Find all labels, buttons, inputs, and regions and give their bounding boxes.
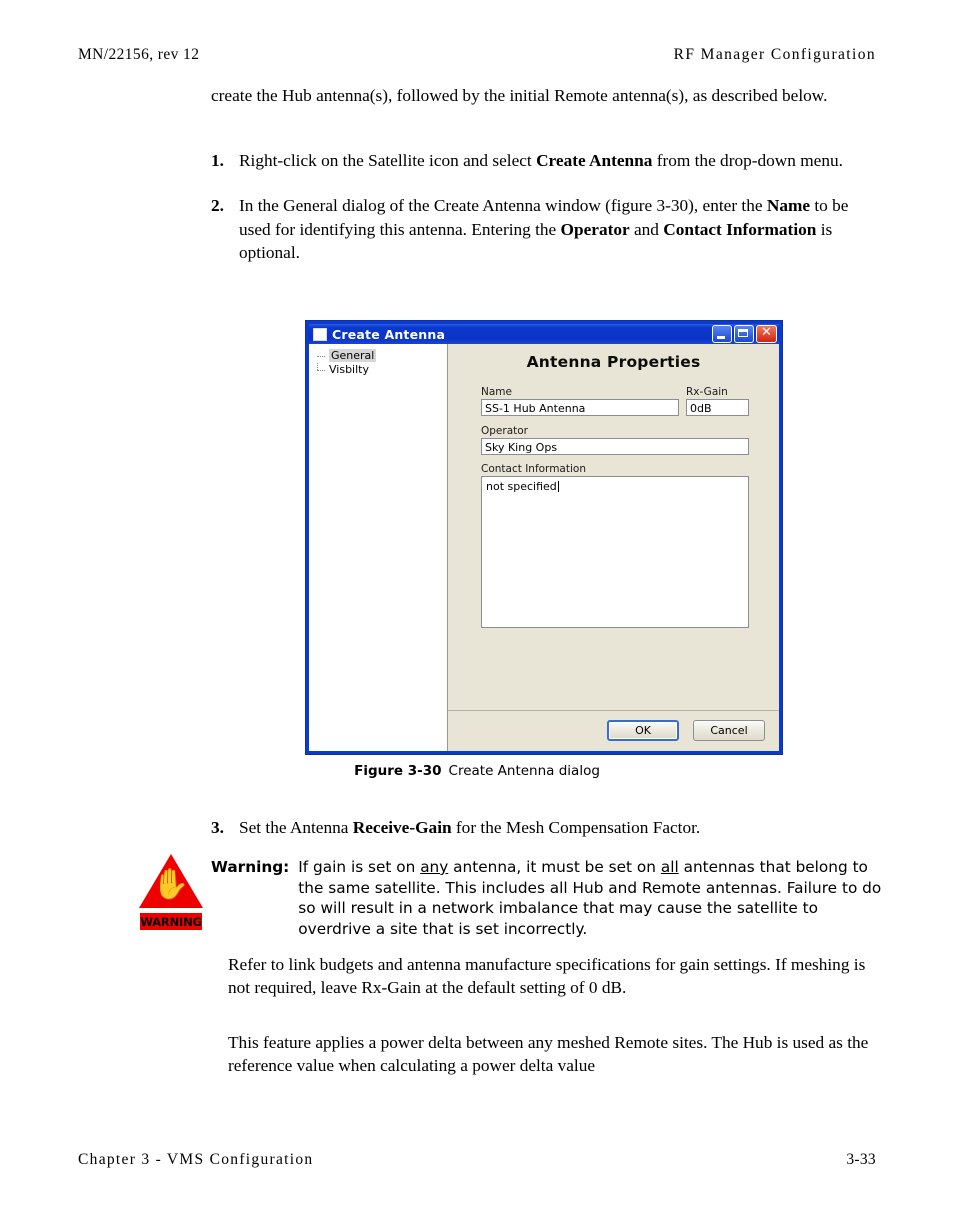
close-glyph: ✕ <box>761 325 772 340</box>
text-caret <box>557 481 559 492</box>
step-emphasis: Receive-Gain <box>352 818 452 837</box>
name-field-group: Name SS-1 Hub Antenna <box>481 386 679 416</box>
footer-page-number: 3-33 <box>846 1151 876 1168</box>
step-number: 2. <box>211 196 224 216</box>
operator-label: Operator <box>481 425 528 437</box>
list-item: 1. Right-click on the Satellite icon and… <box>211 149 876 172</box>
step-emphasis: Contact Information <box>663 219 817 239</box>
warning-emphasis-any: any <box>420 858 449 876</box>
tree-connector-icon <box>317 370 325 371</box>
dialog-button-bar: OK Cancel <box>448 710 779 751</box>
ok-button[interactable]: OK <box>607 720 679 741</box>
rxgain-field-group: Rx-Gain 0dB <box>686 386 749 416</box>
close-icon[interactable]: ✕ <box>756 325 777 343</box>
create-antenna-dialog: Create Antenna ✕ General Visbilty Antenn… <box>306 321 782 754</box>
name-label: Name <box>481 386 512 398</box>
tree-item-label: General <box>329 349 377 362</box>
tree-connector-icon <box>317 356 325 357</box>
running-header: MN/22156, rev 12 RF Manager Configuratio… <box>78 46 876 64</box>
header-chapter-title: RF Manager Configuration <box>673 46 876 63</box>
window-icon <box>313 327 327 341</box>
warning-note: Warning: If gain is set on any antenna, … <box>211 857 883 940</box>
rxgain-label: Rx-Gain <box>686 386 728 398</box>
numbered-step-list: 1. Right-click on the Satellite icon and… <box>211 149 876 286</box>
step-emphasis: Create Antenna <box>536 151 653 170</box>
warning-emphasis-all: all <box>660 858 679 876</box>
step-text-part: for the Mesh Compensation Factor. <box>451 818 701 837</box>
panel-heading: Antenna Properties <box>526 353 701 371</box>
body-paragraph-refer: Refer to link budgets and antenna manufa… <box>228 955 866 998</box>
document-page: MN/22156, rev 12 RF Manager Configuratio… <box>0 0 954 1227</box>
operator-input[interactable]: Sky King Ops <box>481 438 749 455</box>
step-text-part: from the drop-down menu. <box>652 151 843 170</box>
contact-information-label: Contact Information <box>481 463 586 475</box>
antenna-properties-form: Name SS-1 Hub Antenna Rx-Gain 0dB Operat… <box>448 371 779 628</box>
rxgain-input[interactable]: 0dB <box>686 399 749 416</box>
intro-paragraph: create the Hub antenna(s), followed by t… <box>211 86 828 105</box>
figure-image: Create Antenna ✕ General Visbilty Antenn… <box>306 321 782 754</box>
navigation-tree: General Visbilty <box>309 344 448 751</box>
stop-hand-icon: ✋ <box>152 868 190 901</box>
tree-item-general[interactable]: General <box>313 349 447 363</box>
tree-item-label: Visbilty <box>329 363 369 376</box>
warning-band-label: WARNING <box>140 913 202 930</box>
figure-caption-text: Create Antenna dialog <box>448 763 600 779</box>
step-text-part: Right-click on the Satellite icon and se… <box>239 151 537 170</box>
step-number: 1. <box>211 151 224 170</box>
minimize-icon[interactable] <box>712 325 732 343</box>
warning-text: If gain is set on any antenna, it must b… <box>298 857 883 940</box>
warning-text-part: antenna, it must be set on <box>448 858 661 876</box>
tree-item-visibility[interactable]: Visbilty <box>313 363 447 377</box>
name-input[interactable]: SS-1 Hub Antenna <box>481 399 679 416</box>
step-number: 3. <box>211 818 224 837</box>
body-paragraph-feature: This feature applies a power delta betwe… <box>228 1033 869 1076</box>
step-text-part: Set the Antenna <box>239 818 353 837</box>
figure-caption: Figure 3-30 Create Antenna dialog <box>0 763 954 779</box>
step-text-part: and <box>629 219 664 239</box>
step-text-part: In the General dialog of the Create Ante… <box>239 196 767 216</box>
header-document-id: MN/22156, rev 12 <box>78 46 200 63</box>
contact-information-value: not specified <box>486 480 557 493</box>
contact-information-input[interactable]: not specified <box>481 476 749 628</box>
window-controls: ✕ <box>712 325 777 343</box>
list-item: 3. Set the Antenna Receive-Gain for the … <box>211 816 904 839</box>
maximize-icon[interactable] <box>734 325 754 343</box>
list-item: 2. In the General dialog of the Create A… <box>211 194 876 264</box>
dialog-titlebar[interactable]: Create Antenna ✕ <box>309 324 779 344</box>
footer-chapter: Chapter 3 - VMS Configuration <box>78 1151 314 1168</box>
properties-pane: Antenna Properties Name SS-1 Hub Antenna… <box>448 344 779 751</box>
warning-text-part: If gain is set on <box>298 858 421 876</box>
step-emphasis: Name <box>766 196 811 216</box>
page-footer: Chapter 3 - VMS Configuration 3-33 <box>78 1151 876 1169</box>
warning-label: Warning: <box>211 858 290 876</box>
warning-icon: ✋ WARNING <box>139 854 203 930</box>
dialog-title: Create Antenna <box>332 326 446 342</box>
operator-field-group: Operator Sky King Ops <box>481 425 749 455</box>
dialog-body: General Visbilty Antenna Properties Name <box>309 344 779 751</box>
name-gain-row: Name SS-1 Hub Antenna Rx-Gain 0dB <box>481 386 749 416</box>
cancel-button[interactable]: Cancel <box>693 720 765 741</box>
contact-field-group: Contact Information not specified <box>481 463 749 628</box>
figure-number: Figure 3-30 <box>354 763 442 779</box>
tree-connector-icon <box>317 363 318 370</box>
step-emphasis: Operator <box>560 219 630 239</box>
